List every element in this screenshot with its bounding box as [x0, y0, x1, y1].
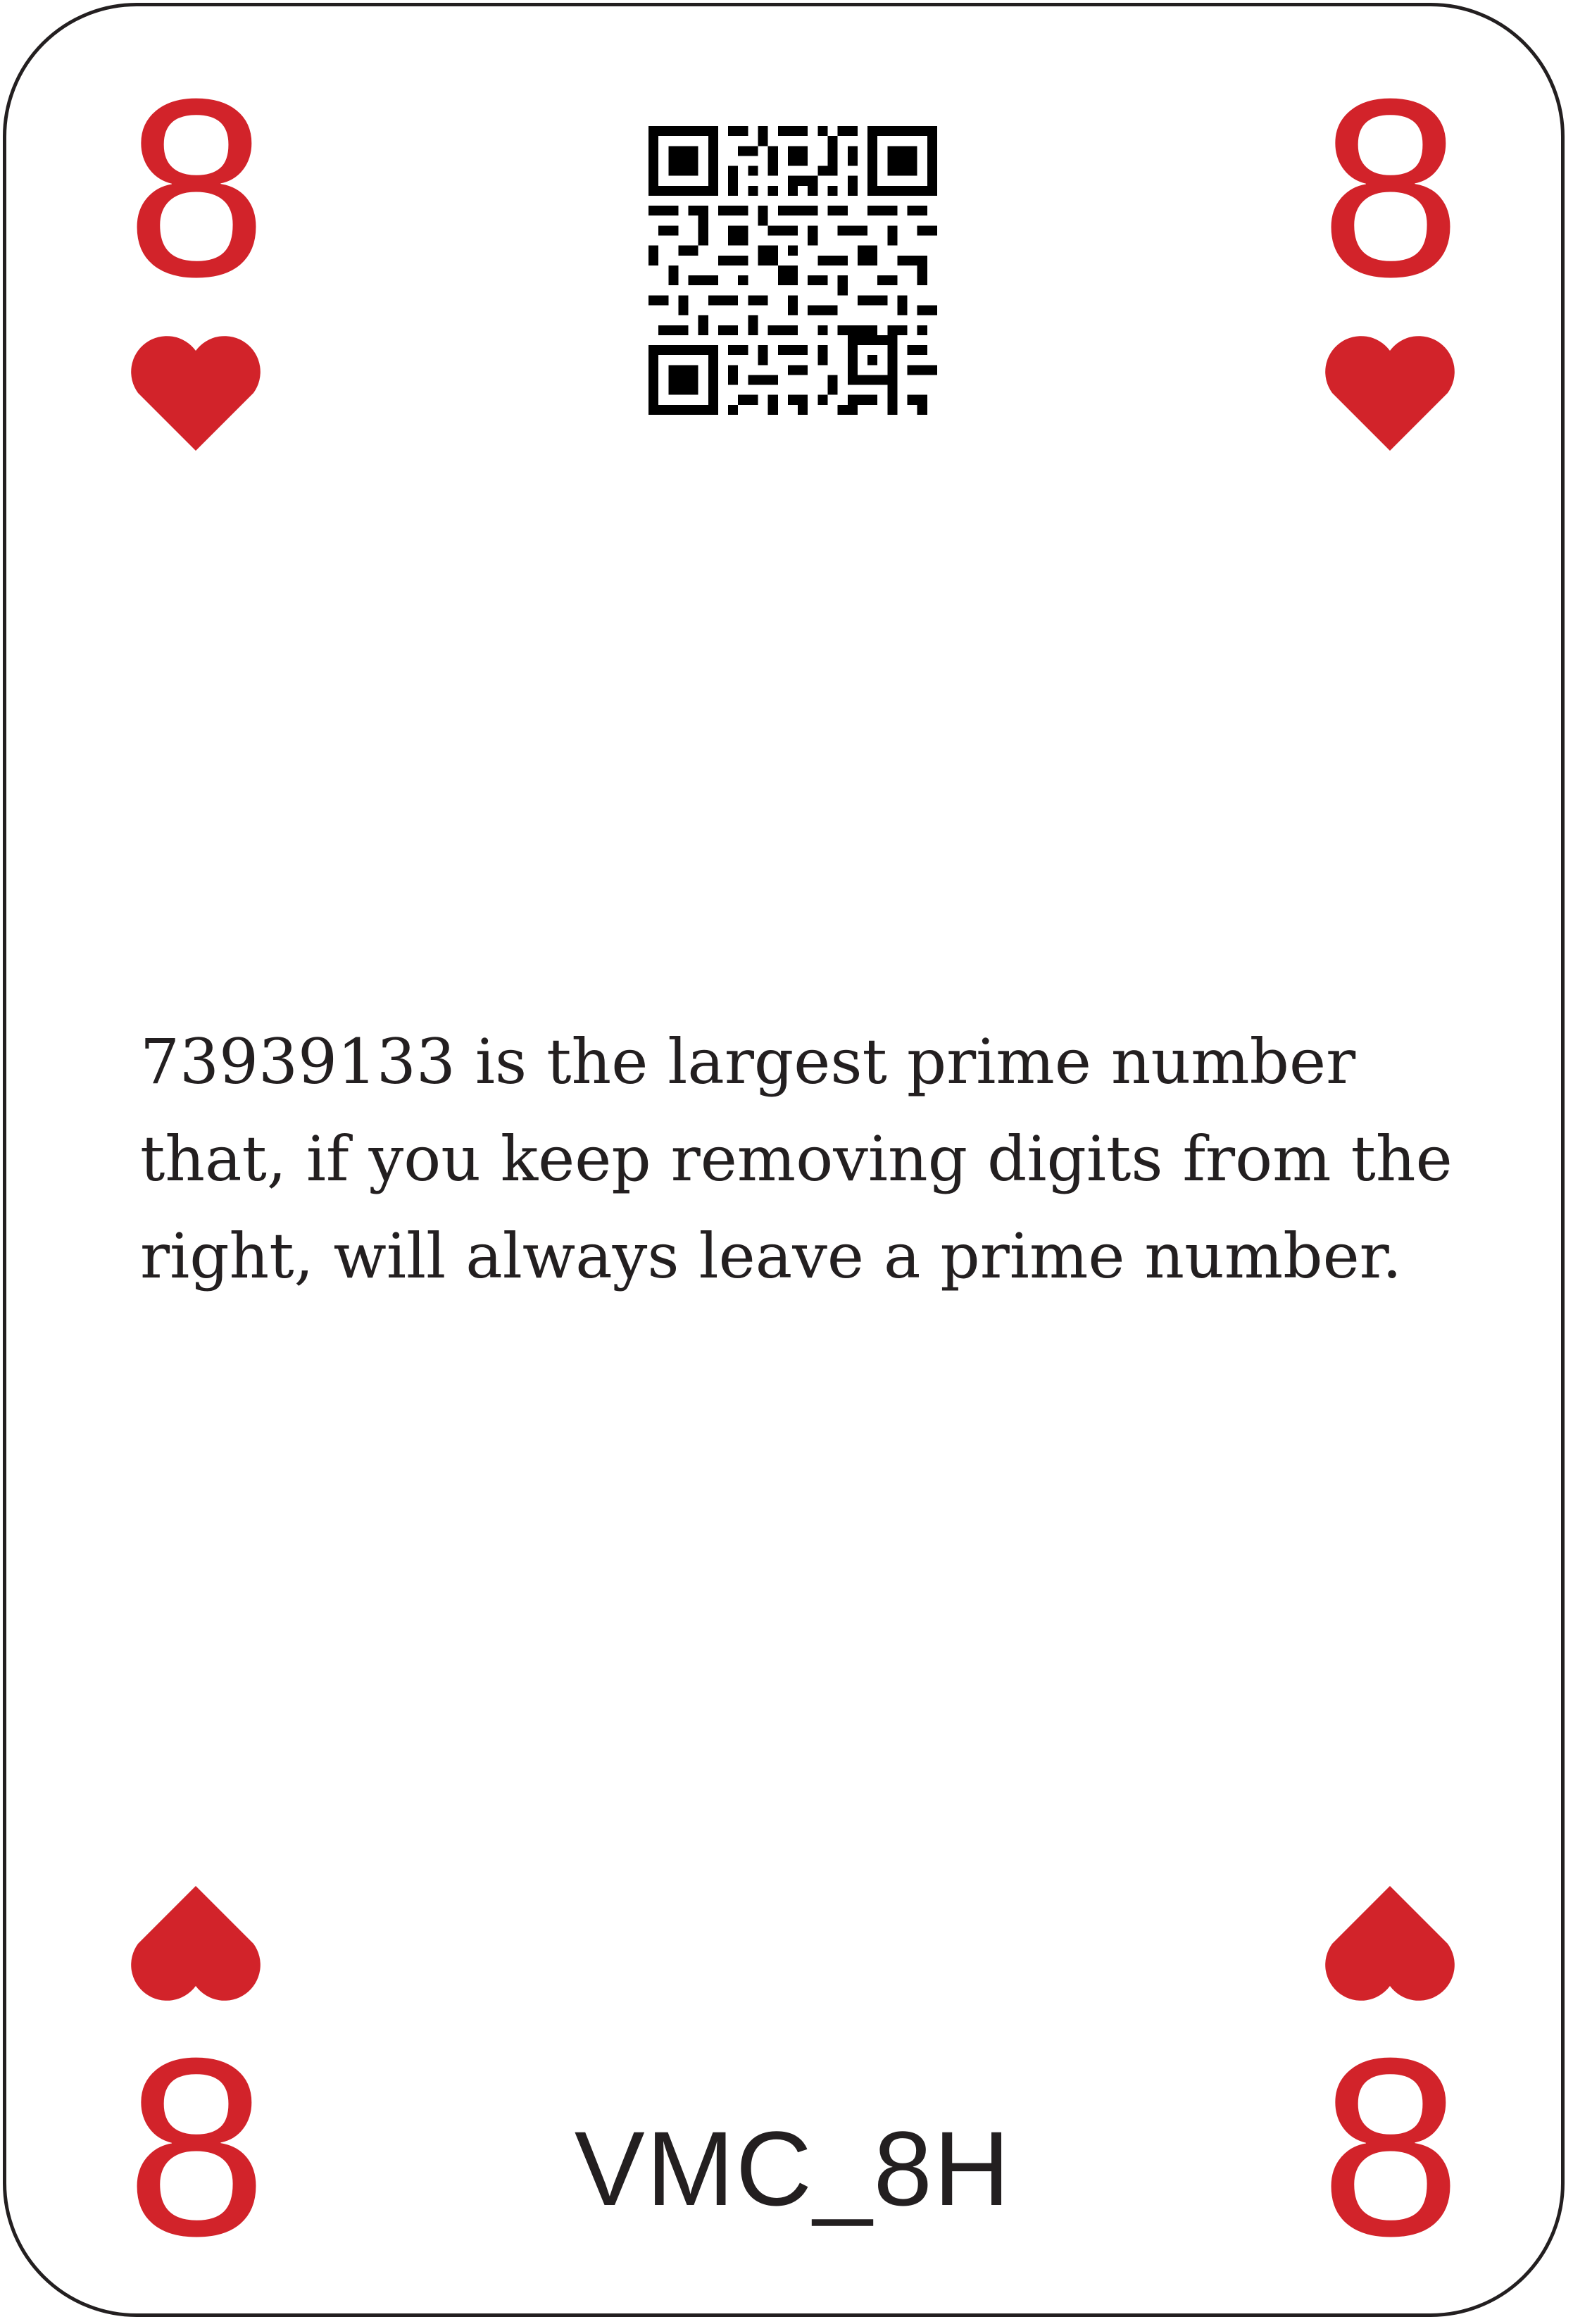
- card-code: VMC_8H: [574, 2109, 1012, 2228]
- rank-top-right: 8: [1320, 46, 1462, 330]
- fact-text: 73939133 is the largest prime number tha…: [140, 1013, 1457, 1305]
- heart-icon: [1317, 1883, 1462, 2010]
- rank-bottom-right: 8: [1320, 2006, 1462, 2289]
- heart-icon: [123, 327, 268, 454]
- fact-line: that, if you keep removing digits from t…: [140, 1123, 1453, 1195]
- rank-bottom-left: 8: [125, 2006, 268, 2289]
- heart-icon: [123, 1883, 268, 2010]
- rank-top-left: 8: [125, 46, 268, 330]
- qr-code-icon[interactable]: [648, 126, 937, 415]
- fact-line: 73939133 is the largest prime number: [140, 1025, 1356, 1098]
- fact-line: right, will always leave a prime number.: [140, 1220, 1403, 1292]
- playing-card: 8 8 73939133 is the largest prime number…: [3, 3, 1565, 2317]
- heart-icon: [1317, 327, 1462, 454]
